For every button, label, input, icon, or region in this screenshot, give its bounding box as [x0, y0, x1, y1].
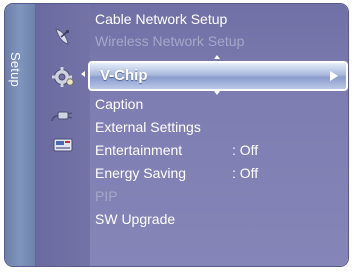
scroll-up-icon	[214, 55, 220, 59]
menu-item-label: Entertainment	[95, 142, 183, 158]
menu-item-wireless-network-setup: Wireless Network Setup	[95, 30, 244, 52]
menu-item-label: PIP	[95, 188, 118, 204]
menu-item-sw-upgrade[interactable]: SW Upgrade	[95, 208, 175, 230]
screen-icon[interactable]	[50, 135, 76, 157]
plug-icon[interactable]	[50, 105, 76, 127]
setup-menu-panel: Setup Cable Network Setup Wireless Netwo…	[5, 4, 348, 266]
menu-item-v-chip[interactable]: V-Chip	[88, 61, 348, 91]
side-tab[interactable]: Setup	[5, 4, 36, 266]
menu-item-label: Caption	[95, 96, 144, 112]
satellite-dish-icon[interactable]	[50, 26, 76, 48]
scroll-down-icon	[214, 91, 220, 95]
gear-icon[interactable]	[50, 66, 76, 88]
menu-item-cable-network-setup[interactable]: Cable Network Setup	[95, 8, 227, 30]
menu-item-label: V-Chip	[100, 67, 148, 84]
left-caret-icon	[81, 71, 85, 77]
menu-item-energy-saving[interactable]: Energy Saving : Off	[95, 162, 258, 184]
menu-item-pip: PIP	[95, 185, 118, 207]
menu-item-label: External Settings	[95, 119, 201, 135]
menu-item-label: Energy Saving	[95, 165, 187, 181]
menu-item-value: : Off	[232, 165, 259, 181]
menu-item-entertainment[interactable]: Entertainment : Off	[95, 139, 258, 161]
menu-icon-column	[36, 4, 90, 266]
menu-item-label: Cable Network Setup	[95, 11, 228, 27]
side-tab-label: Setup	[8, 52, 23, 87]
menu-item-external-settings[interactable]: External Settings	[95, 116, 201, 138]
submenu-arrow-icon	[330, 71, 338, 81]
menu-item-caption[interactable]: Caption	[95, 93, 143, 115]
menu-item-label: SW Upgrade	[95, 211, 176, 227]
menu-item-label: Wireless Network Setup	[95, 33, 245, 49]
menu-item-value: : Off	[232, 142, 259, 158]
menu-list: Cable Network Setup Wireless Network Set…	[95, 4, 348, 266]
